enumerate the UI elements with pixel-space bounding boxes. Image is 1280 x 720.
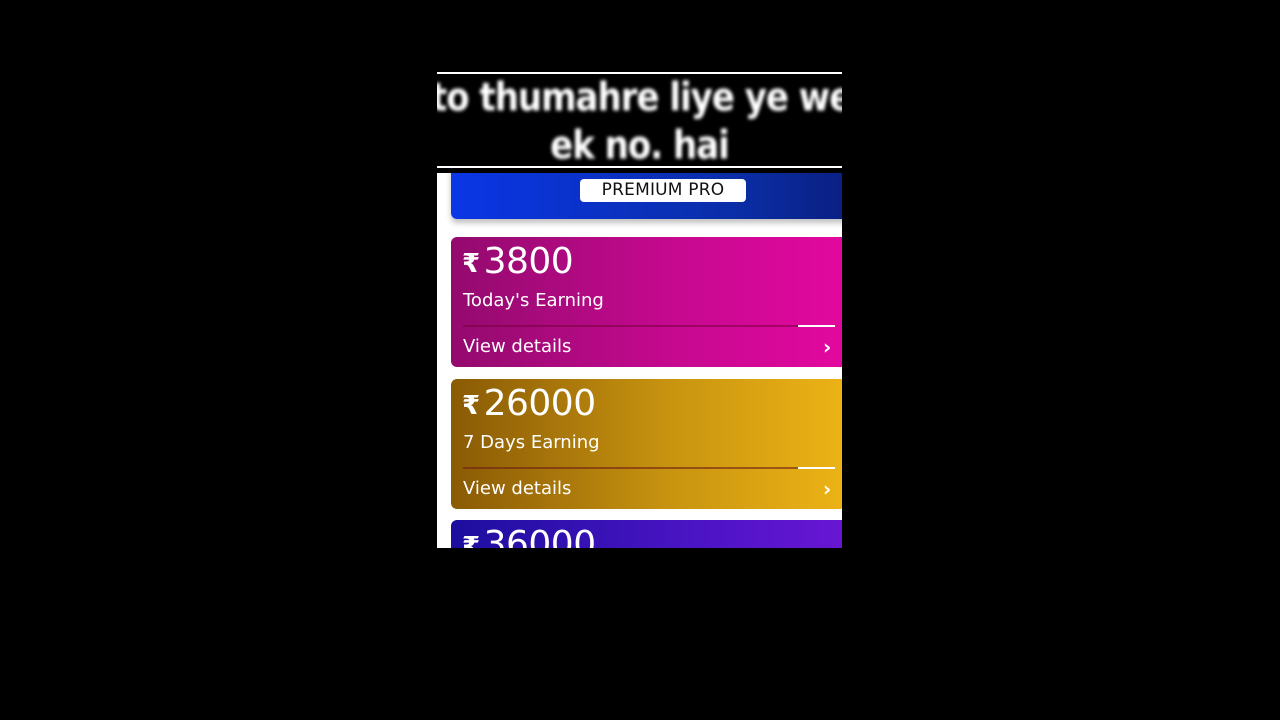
rupee-icon: ₹ [462, 391, 480, 421]
view-details-link[interactable]: View details [463, 336, 571, 357]
chevron-right-icon[interactable]: › [823, 477, 831, 501]
earning-amount: ₹26000 [462, 383, 596, 424]
amount-value: 36000 [483, 524, 597, 548]
video-caption: to thumahre liye ye websites ek no. hai [437, 72, 842, 168]
plan-card[interactable]: PREMIUM PRO [451, 173, 842, 219]
app-screen: PREMIUM PRO ₹3800 Today's Earning View d… [437, 173, 842, 548]
earning-amount: ₹3800 [462, 241, 574, 282]
caption-line-2: ek no. hai [550, 123, 730, 168]
card-divider [463, 467, 798, 469]
card-divider [463, 325, 798, 327]
amount-value: 26000 [483, 383, 597, 424]
chevron-right-icon[interactable]: › [823, 335, 831, 359]
todays-earning-card[interactable]: ₹3800 Today's Earning View details › [451, 237, 842, 367]
seven-days-earning-card[interactable]: ₹26000 7 Days Earning View details › [451, 379, 842, 509]
rupee-icon: ₹ [462, 532, 480, 548]
caption-line-1: to thumahre liye ye websites [437, 75, 842, 121]
caption-divider [437, 166, 842, 168]
amount-value: 3800 [483, 241, 574, 282]
view-details-link[interactable]: View details [463, 478, 571, 499]
card-divider-end [798, 467, 835, 469]
plan-badge: PREMIUM PRO [580, 179, 746, 202]
rupee-icon: ₹ [462, 249, 480, 279]
earning-label: Today's Earning [463, 290, 604, 311]
earning-label: 7 Days Earning [463, 432, 600, 453]
earning-card-partial[interactable]: ₹36000 [451, 520, 842, 548]
video-frame: to thumahre liye ye websites ek no. hai … [437, 72, 842, 548]
earning-amount: ₹36000 [462, 524, 596, 548]
card-divider-end [798, 325, 835, 327]
